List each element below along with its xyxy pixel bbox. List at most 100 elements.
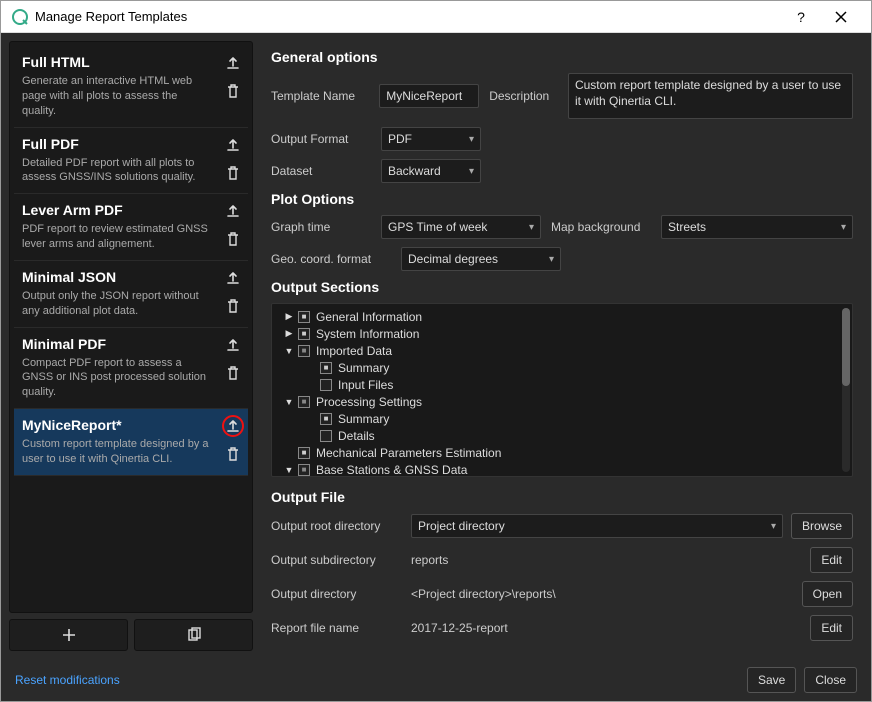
tree-scrollbar[interactable]: [842, 308, 850, 472]
template-item[interactable]: Full PDF Detailed PDF report with all plo…: [14, 128, 248, 195]
tree-twist-icon[interactable]: ▶: [282, 311, 296, 322]
tree-row[interactable]: ▼Base Stations & GNSS Data: [274, 461, 850, 477]
delete-icon[interactable]: [222, 443, 244, 465]
tree-row[interactable]: ▼ Processing Settings: [274, 393, 850, 410]
template-list: Full HTMLGenerate an interactive HTML we…: [9, 41, 253, 613]
edit-filename-button[interactable]: Edit: [810, 615, 853, 641]
save-button[interactable]: Save: [747, 667, 796, 693]
tree-row[interactable]: ▶System Information: [274, 325, 850, 342]
tree-label: Imported Data: [316, 344, 392, 358]
coord-format-select[interactable]: Decimal degrees: [401, 247, 561, 271]
titlebar: Manage Report Templates ?: [1, 1, 871, 33]
delete-icon[interactable]: [222, 162, 244, 184]
template-name: Lever Arm PDF: [22, 202, 242, 218]
tree-twist-icon[interactable]: ▼: [282, 465, 296, 475]
outdir-value: <Project directory>\reports\: [411, 587, 794, 601]
template-item[interactable]: Minimal PDFCompact PDF report to assess …: [14, 328, 248, 410]
filename-value: 2017-12-25-report: [411, 621, 802, 635]
export-icon[interactable]: [222, 334, 244, 356]
duplicate-template-button[interactable]: [134, 619, 253, 651]
tree-twist-icon[interactable]: ▼: [282, 397, 296, 407]
right-panel: General options Template Name Descriptio…: [261, 33, 871, 659]
template-desc: PDF report to review estimated GNSS leve…: [22, 222, 242, 252]
add-template-button[interactable]: [9, 619, 128, 651]
dialog-title: Manage Report Templates: [35, 9, 781, 24]
tree-label: Processing Settings: [316, 395, 422, 409]
edit-subdir-button[interactable]: Edit: [810, 547, 853, 573]
scrollbar-thumb[interactable]: [842, 308, 850, 386]
tree-checkbox[interactable]: [298, 464, 310, 476]
export-icon[interactable]: [222, 200, 244, 222]
subdir-value: reports: [411, 553, 802, 567]
tree-checkbox[interactable]: [298, 345, 310, 357]
template-desc: Compact PDF report to assess a GNSS or I…: [22, 356, 242, 401]
template-item[interactable]: MyNiceReport*Custom report template desi…: [14, 409, 248, 476]
output-format-label: Output Format: [271, 132, 371, 146]
delete-icon[interactable]: [222, 80, 244, 102]
template-desc: Detailed PDF report with all plots to as…: [22, 156, 242, 186]
delete-icon[interactable]: [222, 295, 244, 317]
footer: Reset modifications Save Close: [1, 659, 871, 701]
template-name: Full HTML: [22, 54, 242, 70]
tree-checkbox[interactable]: [320, 362, 332, 374]
browse-button[interactable]: Browse: [791, 513, 853, 539]
tree-checkbox[interactable]: [298, 328, 310, 340]
graph-time-select[interactable]: GPS Time of week: [381, 215, 541, 239]
template-name-input[interactable]: [379, 84, 479, 108]
map-bg-label: Map background: [551, 220, 651, 234]
delete-icon[interactable]: [222, 228, 244, 250]
export-icon[interactable]: [222, 134, 244, 156]
tree-row[interactable]: Details: [274, 427, 850, 444]
template-item[interactable]: Lever Arm PDF PDF report to review estima…: [14, 194, 248, 261]
template-name-label: Template Name: [271, 89, 369, 103]
tree-checkbox[interactable]: [320, 430, 332, 442]
tree-row[interactable]: ▼ Imported Data: [274, 342, 850, 359]
template-name: Full PDF: [22, 136, 242, 152]
export-icon[interactable]: [222, 415, 244, 437]
description-textarea[interactable]: Custom report template designed by a use…: [568, 73, 853, 119]
help-button[interactable]: ?: [781, 1, 821, 32]
dialog-window: Manage Report Templates ? Full HTMLGener…: [0, 0, 872, 702]
close-button[interactable]: Close: [804, 667, 857, 693]
open-dir-button[interactable]: Open: [802, 581, 853, 607]
general-options-header: General options: [271, 49, 853, 65]
outdir-label: Output directory: [271, 587, 403, 601]
template-item[interactable]: Minimal JSONOutput only the JSON report …: [14, 261, 248, 328]
dataset-label: Dataset: [271, 164, 371, 178]
output-file-header: Output File: [271, 489, 853, 505]
subdir-label: Output subdirectory: [271, 553, 403, 567]
tree-row[interactable]: Summary: [274, 410, 850, 427]
sections-tree[interactable]: ▶General Information▶System Information▼…: [271, 303, 853, 477]
template-name: MyNiceReport*: [22, 417, 242, 433]
output-format-select[interactable]: PDF: [381, 127, 481, 151]
reset-link[interactable]: Reset modifications: [15, 673, 120, 687]
dataset-select[interactable]: Backward: [381, 159, 481, 183]
tree-checkbox[interactable]: [298, 311, 310, 323]
tree-label: Input Files: [338, 378, 393, 392]
coord-format-label: Geo. coord. format: [271, 252, 391, 266]
tree-row[interactable]: Input Files: [274, 376, 850, 393]
template-name: Minimal JSON: [22, 269, 242, 285]
export-icon[interactable]: [222, 52, 244, 74]
graph-time-label: Graph time: [271, 220, 371, 234]
tree-checkbox[interactable]: [320, 379, 332, 391]
export-icon[interactable]: [222, 267, 244, 289]
tree-label: Details: [338, 429, 375, 443]
template-item[interactable]: Full HTMLGenerate an interactive HTML we…: [14, 46, 248, 128]
tree-twist-icon[interactable]: ▶: [282, 328, 296, 339]
tree-row[interactable]: ▶ General Information: [274, 308, 850, 325]
tree-row[interactable]: Summary: [274, 359, 850, 376]
filename-label: Report file name: [271, 621, 403, 635]
plot-options-header: Plot Options: [271, 191, 853, 207]
description-label: Description: [489, 89, 558, 103]
tree-label: General Information: [316, 310, 422, 324]
tree-checkbox[interactable]: [298, 396, 310, 408]
map-bg-select[interactable]: Streets: [661, 215, 853, 239]
root-dir-select[interactable]: Project directory: [411, 514, 783, 538]
tree-row[interactable]: Mechanical Parameters Estimation: [274, 444, 850, 461]
tree-checkbox[interactable]: [320, 413, 332, 425]
close-window-button[interactable]: [821, 1, 861, 32]
delete-icon[interactable]: [222, 362, 244, 384]
tree-checkbox[interactable]: [298, 447, 310, 459]
tree-twist-icon[interactable]: ▼: [282, 346, 296, 356]
